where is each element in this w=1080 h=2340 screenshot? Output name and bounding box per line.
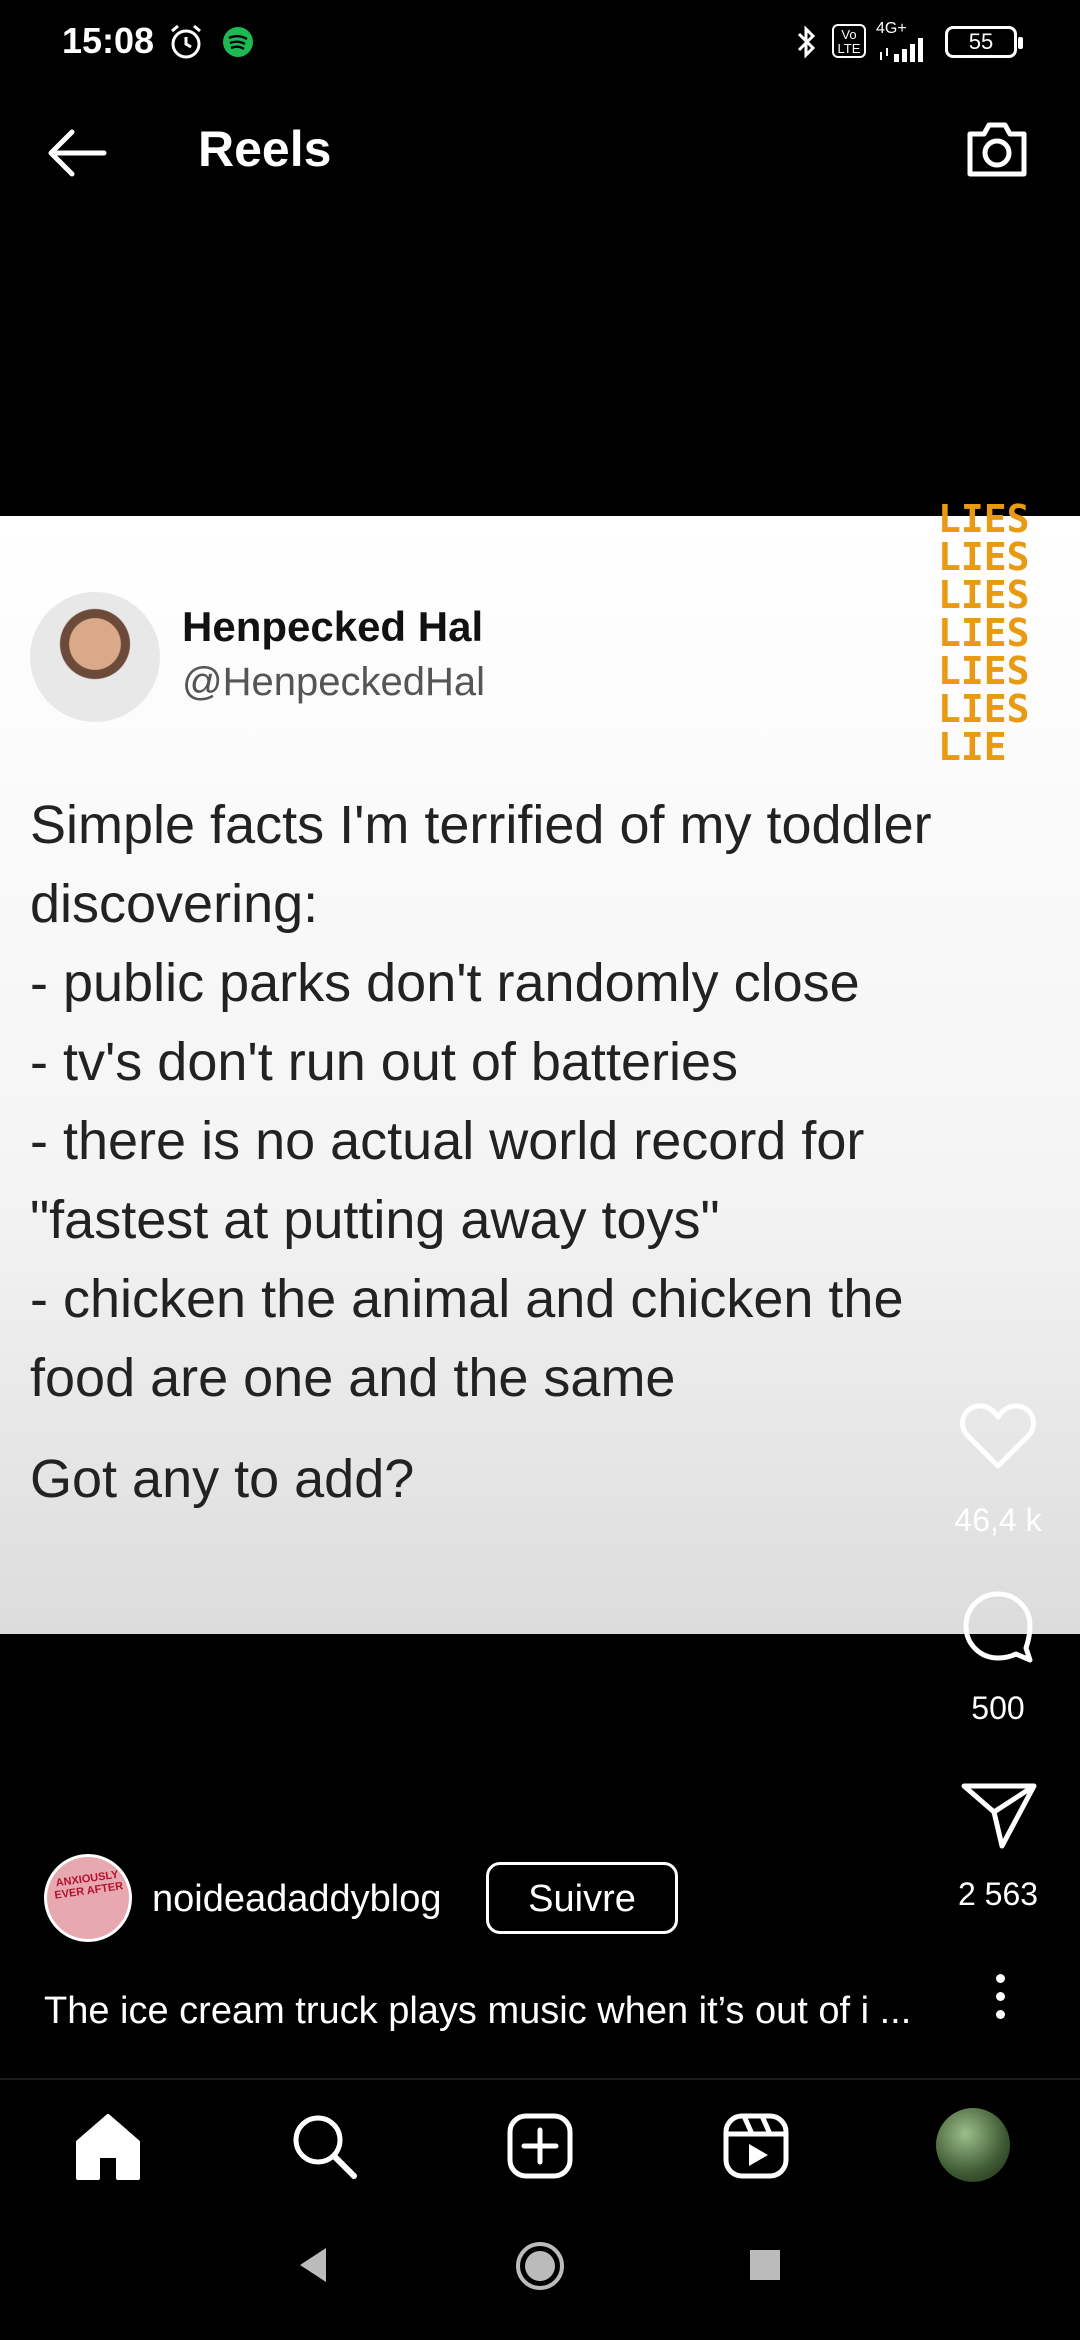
overlay-word: LIES [938,649,1030,693]
overlay-word: LIES [938,497,1030,541]
tweet-author-avatar [30,592,160,722]
spotify-icon [223,27,253,57]
reel-author-avatar[interactable]: ANXIOUSLY EVER AFTER [44,1854,132,1942]
overlay-word: LIES [938,573,1030,617]
bluetooth-icon [797,25,816,59]
arrow-left-icon[interactable] [42,118,112,188]
camera-icon[interactable] [960,112,1034,186]
heart-icon[interactable] [958,1400,1038,1472]
alarm-icon [171,24,201,59]
battery-indicator: 55 [945,26,1023,58]
network-label: 4G+ [876,20,907,37]
recents-square-icon[interactable] [740,2240,790,2290]
tweet-line: - there is no actual world record for [30,1111,865,1171]
share-count: 2 563 [957,1876,1039,1912]
profile-avatar[interactable] [936,2108,1010,2182]
create-icon[interactable] [502,2108,578,2184]
overlay-word: LIES [938,611,1030,655]
volte-icon: Vo LTE [832,24,866,58]
like-count: 46,4 k [954,1502,1042,1538]
reel-caption[interactable]: The ice cream truck plays music when it’… [44,1990,911,2033]
comment-icon[interactable] [958,1586,1038,1666]
tweet-line: discovering: [30,874,319,934]
paper-plane-icon[interactable] [960,1780,1038,1850]
reel-author-username[interactable]: noideadaddyblog [152,1878,442,1921]
comment-count: 500 [971,1690,1025,1726]
reels-icon[interactable] [718,2108,794,2184]
signal-icon [880,38,923,62]
overlay-word: LIES [938,535,1030,579]
back-triangle-icon[interactable] [288,2240,338,2290]
overlay-word: LIE [938,725,1007,769]
home-circle-icon[interactable] [512,2238,568,2294]
tweet-line: - chicken the animal and chicken the [30,1269,904,1329]
page-title: Reels [198,121,332,177]
tweet-line: food are one and the same [30,1348,676,1408]
home-icon[interactable] [70,2108,146,2184]
more-vertical-icon[interactable] [995,1974,1005,2024]
nav-divider [0,2078,1080,2080]
overlay-word: LIES [938,687,1030,731]
tweet-text: Simple facts I'm terrified of my toddler… [30,786,1070,1519]
status-bar: 15:08 Vo LTE 4G+ 55 [0,0,1080,90]
tweet-author-handle: @HenpeckedHal [182,660,485,704]
tweet-author-name: Henpecked Hal [182,603,484,650]
tweet-line: Simple facts I'm terrified of my toddler [30,795,932,855]
tweet-line: - tv's don't run out of batteries [30,1032,738,1092]
avatar-logo-text: ANXIOUSLY EVER AFTER [53,1868,124,1902]
status-time: 15:08 [62,20,155,61]
tweet-line: "fastest at putting away toys" [30,1190,720,1250]
lies-overlay: LIES LIES LIES LIES LIES LIES LIE [938,500,1048,766]
follow-button[interactable]: Suivre [486,1862,678,1934]
tweet-line: - public parks don't randomly close [30,953,860,1013]
search-icon[interactable] [286,2108,362,2184]
tweet-question: Got any to add? [30,1449,415,1509]
